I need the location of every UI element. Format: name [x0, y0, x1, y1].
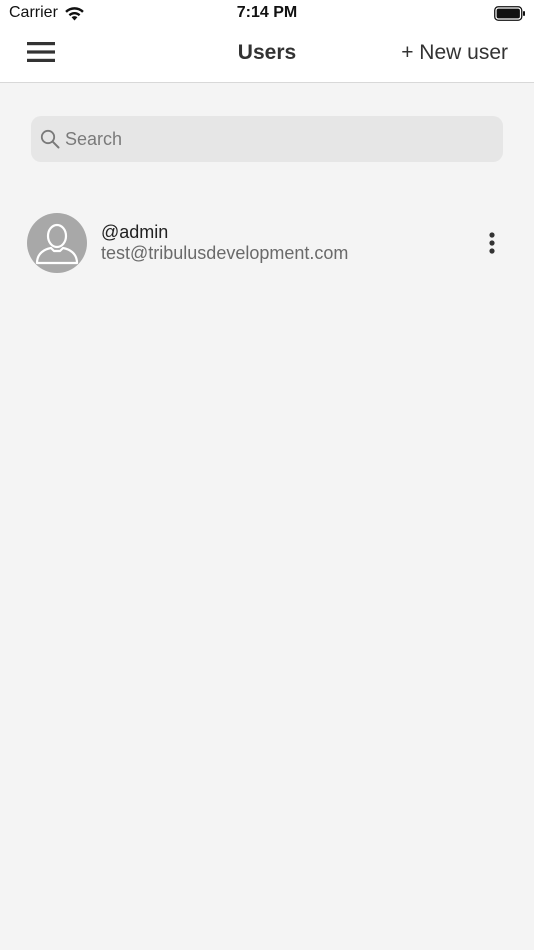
avatar: [27, 213, 87, 273]
status-bar: Carrier 7:14 PM: [0, 0, 534, 28]
search-icon: [40, 129, 60, 149]
navigation-bar: Users + New user: [0, 28, 534, 83]
more-options-button[interactable]: [480, 229, 504, 257]
user-email: test@tribulusdevelopment.com: [101, 243, 349, 263]
clock: 7:14 PM: [236, 4, 298, 21]
users-screen: Carrier 7:14 PM Users + New user Search …: [0, 0, 534, 950]
default-avatar-icon: [35, 223, 79, 265]
search-input[interactable]: [65, 116, 495, 162]
user-handle: @admin: [101, 222, 169, 242]
user-list-item[interactable]: @admin test@tribulusdevelopment.com: [0, 205, 534, 281]
vertical-ellipsis-icon: [489, 232, 495, 254]
battery-icon: [494, 6, 525, 21]
new-user-button[interactable]: + New user: [401, 41, 508, 65]
search-bar[interactable]: [31, 116, 503, 162]
